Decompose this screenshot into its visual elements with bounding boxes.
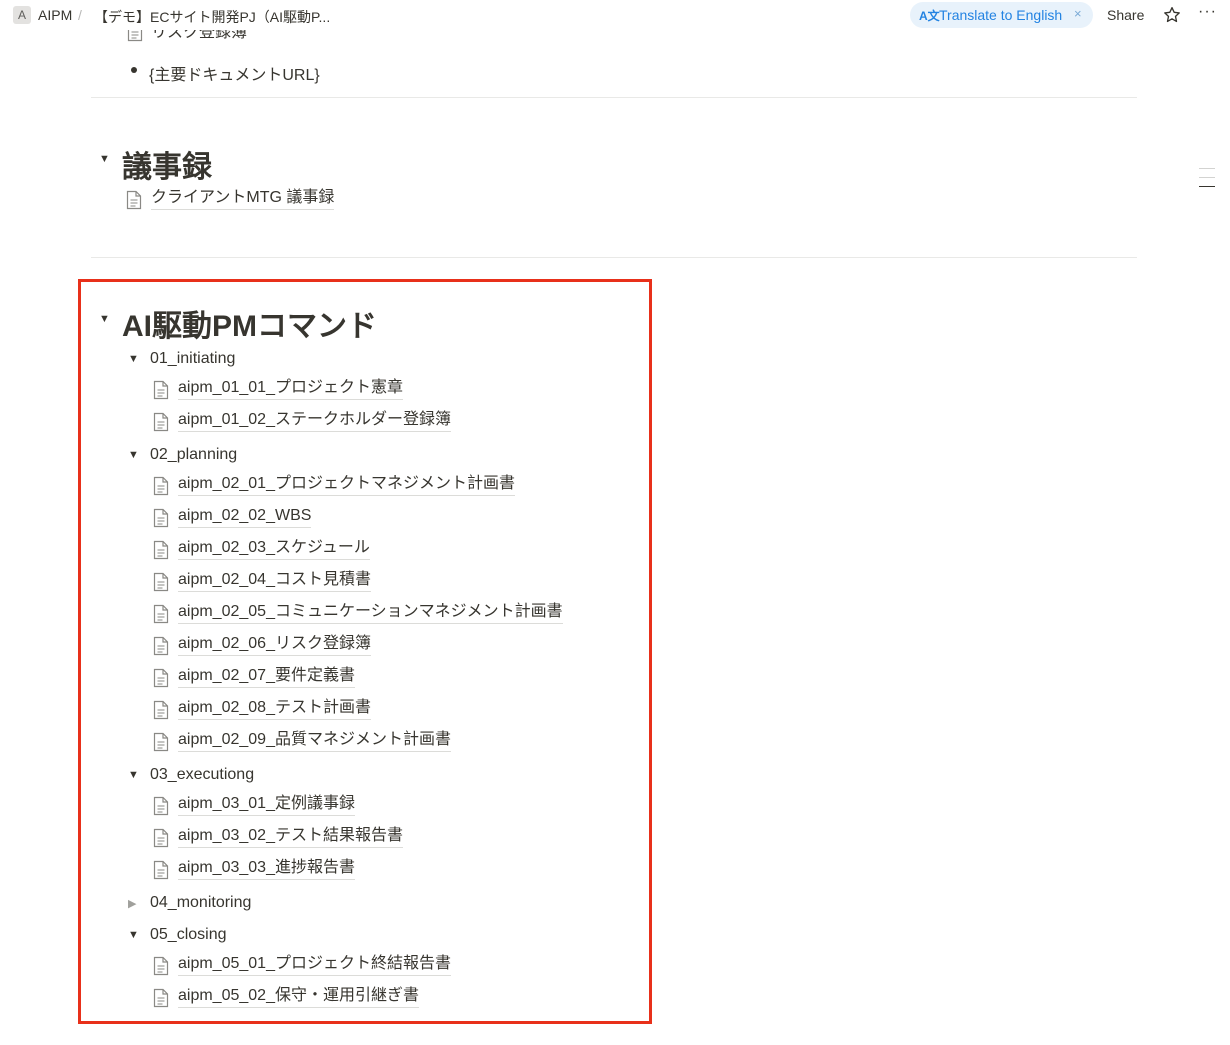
page-icon bbox=[153, 668, 169, 688]
doc-link-label: aipm_03_01_定例議事録 bbox=[178, 794, 355, 816]
toggle-arrow-down-icon[interactable]: ▼ bbox=[128, 353, 139, 365]
page-icon bbox=[153, 700, 169, 720]
page-icon bbox=[153, 412, 169, 432]
breadcrumb-workspace[interactable]: AIPM bbox=[38, 7, 72, 23]
doc-link-label: aipm_02_05_コミュニケーションマネジメント計画書 bbox=[178, 602, 563, 624]
toggle-group-label: 03_executiong bbox=[150, 766, 255, 783]
page-icon bbox=[153, 604, 169, 624]
doc-link-label: クライアントMTG 議事録 bbox=[151, 188, 335, 210]
toggle-group-label: 05_closing bbox=[150, 926, 227, 943]
page-icon bbox=[153, 476, 169, 496]
translate-button[interactable]: A文 Translate to English × bbox=[910, 2, 1093, 28]
page-icon bbox=[153, 636, 169, 656]
toggle-arrow-down-icon[interactable]: ▼ bbox=[128, 449, 139, 461]
toggle-group-label: 02_planning bbox=[150, 446, 238, 463]
top-bar: A AIPM / 【デモ】ECサイト開発PJ（AI駆動P... A文 Trans… bbox=[0, 0, 1230, 30]
bullet-dot bbox=[131, 67, 137, 73]
page-icon bbox=[153, 380, 169, 400]
page-icon bbox=[153, 988, 169, 1008]
doc-link-label: リスク登録簿 bbox=[151, 30, 248, 41]
page-icon bbox=[153, 796, 169, 816]
share-button[interactable]: Share bbox=[1107, 7, 1144, 23]
star-icon[interactable] bbox=[1161, 5, 1183, 25]
doc-link-label: aipm_05_02_保守・運用引継ぎ書 bbox=[178, 986, 419, 1008]
breadcrumb-page[interactable]: 【デモ】ECサイト開発PJ（AI駆動P... bbox=[94, 7, 330, 27]
page-outline-minimap[interactable] bbox=[1199, 168, 1215, 195]
page-icon bbox=[153, 572, 169, 592]
toggle-arrow-right-icon[interactable]: ▶ bbox=[128, 897, 136, 910]
divider bbox=[91, 257, 1137, 258]
toggle-arrow-down-icon[interactable]: ▼ bbox=[99, 153, 110, 165]
bullet-text: {主要ドキュメントURL} bbox=[149, 67, 320, 84]
page-icon bbox=[126, 190, 142, 210]
doc-link-label: aipm_02_01_プロジェクトマネジメント計画書 bbox=[178, 474, 515, 496]
doc-link-label: aipm_01_01_プロジェクト憲章 bbox=[178, 378, 403, 400]
page-icon bbox=[153, 508, 169, 528]
toggle-group-label: 01_initiating bbox=[150, 350, 236, 367]
toggle-arrow-down-icon[interactable]: ▼ bbox=[128, 769, 139, 781]
heading-ai-pm-commands: AI駆動PMコマンド bbox=[122, 310, 377, 343]
doc-link-label: aipm_03_03_進捗報告書 bbox=[178, 858, 355, 880]
translate-icon: A文 bbox=[919, 9, 940, 23]
translate-label: Translate to English bbox=[939, 7, 1063, 23]
doc-link-label: aipm_05_01_プロジェクト終結報告書 bbox=[178, 954, 451, 976]
doc-link-label: aipm_03_02_テスト結果報告書 bbox=[178, 826, 403, 848]
doc-link-label: aipm_02_06_リスク登録簿 bbox=[178, 634, 371, 656]
heading-minutes: 議事録 bbox=[122, 151, 212, 184]
doc-link-risk-register-partial[interactable]: リスク登録簿 bbox=[125, 30, 325, 48]
toggle-arrow-down-icon[interactable]: ▼ bbox=[128, 929, 139, 941]
doc-link-label: aipm_02_07_要件定義書 bbox=[178, 666, 355, 688]
page-icon bbox=[153, 860, 169, 880]
doc-link-label: aipm_01_02_ステークホルダー登録簿 bbox=[178, 410, 451, 432]
page-icon bbox=[153, 956, 169, 976]
doc-link-label: aipm_02_08_テスト計画書 bbox=[178, 698, 371, 720]
toggle-arrow-down-icon[interactable]: ▼ bbox=[99, 313, 110, 325]
doc-link-label: aipm_02_02_WBS bbox=[178, 506, 312, 528]
more-options-icon[interactable]: ··· bbox=[1198, 3, 1217, 21]
toggle-group-label: 04_monitoring bbox=[150, 894, 252, 911]
page-icon bbox=[127, 30, 143, 42]
doc-link-label: aipm_02_03_スケジュール bbox=[178, 538, 370, 560]
breadcrumb-separator: / bbox=[78, 7, 82, 23]
doc-link-label: aipm_02_04_コスト見積書 bbox=[178, 570, 371, 592]
page-icon bbox=[153, 732, 169, 752]
workspace-icon[interactable]: A bbox=[13, 6, 31, 24]
page-icon bbox=[153, 540, 169, 560]
doc-link-label: aipm_02_09_品質マネジメント計画書 bbox=[178, 730, 451, 752]
page-icon bbox=[153, 828, 169, 848]
translate-close-icon[interactable]: × bbox=[1074, 6, 1082, 21]
divider bbox=[91, 97, 1137, 98]
